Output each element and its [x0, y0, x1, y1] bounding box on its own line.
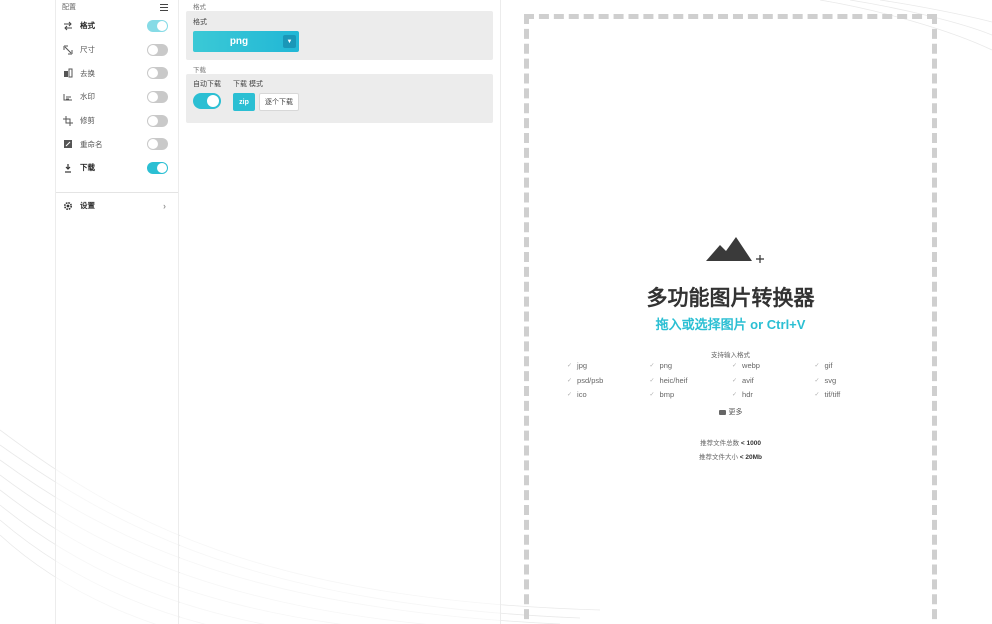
zip-option-button[interactable]: zip [233, 93, 255, 111]
download-mode-label: 下载 模式 [233, 81, 263, 88]
app-title: 多功能图片转换器 [646, 287, 815, 310]
auto-download-label: 自动下载 [193, 81, 221, 88]
download-toggle[interactable] [147, 161, 168, 174]
watermark-icon [63, 92, 73, 102]
sidebar-item-watermark[interactable]: 水印 [56, 85, 178, 109]
more-icon [718, 409, 726, 415]
auto-download-toggle[interactable] [193, 93, 221, 109]
replace-icon [63, 68, 73, 78]
check-icon: ✓ [649, 392, 655, 398]
format-section-title: 格式 [193, 3, 206, 11]
check-icon: ✓ [814, 377, 820, 384]
format-item: ✓ png [649, 361, 673, 370]
limit-count-line: 推荐文件总数 < 1000 [700, 440, 761, 447]
sidebar-title: 配置 [62, 4, 76, 11]
more-formats-button[interactable]: 更多 [529, 407, 932, 417]
replace-toggle[interactable] [147, 67, 168, 80]
sidebar-item-settings[interactable]: 设置 › [56, 194, 178, 218]
swap-icon [63, 21, 73, 31]
format-item: ✓ svg [814, 375, 837, 385]
sidebar-item-label: 修剪 [80, 116, 95, 126]
format-item: ✓ hdr [732, 390, 753, 399]
formats-list: ✓ jpg ✓ png ✓ webp ✓ gif ✓ psd/psb ✓ heic/heif… [567, 360, 897, 400]
limit-size-line: 推荐文件大小 < 20Mb [698, 454, 763, 461]
recommendations: 推荐文件总数 < 1000 推荐文件大小 < 20Mb [529, 437, 932, 465]
chevron-right-icon: › [163, 200, 166, 211]
drop-instruction: 拖入或选择图片 or Ctrl+V [655, 317, 806, 332]
drop-zone[interactable]: 多功能图片转换器 拖入或选择图片 or Ctrl+V 支持输入格式 ✓ jpg ✓… [524, 14, 937, 624]
format-toggle[interactable] [147, 19, 168, 32]
crop-toggle[interactable] [147, 114, 168, 127]
format-item: ✓ heic/heif [649, 375, 688, 385]
crop-icon [63, 115, 73, 126]
sidebar-item-label: 重命名 [80, 139, 103, 149]
sidebar-item-label: 下载 [80, 163, 95, 173]
format-item: ✓ gif [814, 361, 833, 370]
format-item: ✓ bmp [649, 390, 675, 399]
rename-icon [63, 139, 73, 149]
download-mode-selector: zip 逐个下载 [233, 93, 299, 111]
menu-icon[interactable] [160, 3, 168, 11]
format-field-label: 格式 [193, 19, 207, 26]
format-item: ✓ psd/psb [567, 375, 604, 385]
check-icon: ✓ [567, 392, 573, 398]
format-item: ✓ jpg [567, 361, 588, 370]
sidebar-item-rename[interactable]: 重命名 [56, 132, 178, 156]
sidebar: 配置 格式 尺寸 去换 水印 修剪 重命名 下载 设置 › [55, 0, 179, 624]
rename-toggle[interactable] [147, 138, 168, 151]
format-item: ✓ tif/tiff [814, 390, 841, 399]
check-icon: ✓ [732, 392, 738, 398]
check-icon: ✓ [814, 363, 820, 369]
check-icon: ✓ [814, 392, 820, 398]
watermark-toggle[interactable] [147, 90, 168, 103]
format-card: 格式 png ▼ [186, 11, 493, 60]
sidebar-item-label: 水印 [80, 92, 95, 102]
sidebar-item-label: 尺寸 [80, 45, 95, 55]
add-image-icon [706, 237, 764, 263]
more-label: 更多 [728, 409, 743, 416]
download-icon [63, 163, 73, 173]
single-download-option-button[interactable]: 逐个下载 [259, 93, 299, 111]
format-select[interactable]: png ▼ [193, 31, 299, 52]
sidebar-header: 配置 [56, 0, 178, 14]
sidebar-item-format[interactable]: 格式 [56, 14, 178, 38]
config-panel: 格式 格式 png ▼ 下载 自动下载 下载 模式 zip 逐个下载 [180, 0, 501, 624]
download-section-title: 下载 [193, 66, 206, 74]
check-icon: ✓ [567, 363, 573, 369]
format-item: ✓ webp [732, 361, 760, 370]
sidebar-item-download[interactable]: 下载 [56, 156, 178, 180]
format-item: ✓ avif [732, 375, 754, 385]
formats-title: 支持输入格式 [711, 352, 750, 359]
check-icon: ✓ [732, 363, 738, 369]
check-icon: ✓ [567, 377, 573, 384]
sidebar-item-crop[interactable]: 修剪 [56, 109, 178, 133]
check-icon: ✓ [649, 363, 655, 369]
size-toggle[interactable] [147, 43, 168, 56]
resize-icon [63, 45, 73, 55]
gear-icon [63, 201, 73, 211]
chevron-down-icon[interactable]: ▼ [283, 35, 296, 48]
download-card: 自动下载 下载 模式 zip 逐个下载 [186, 74, 493, 123]
check-icon: ✓ [649, 377, 655, 384]
check-icon: ✓ [732, 377, 738, 384]
sidebar-item-replace[interactable]: 去换 [56, 61, 178, 85]
format-item: ✓ ico [567, 390, 587, 399]
sidebar-item-label: 格式 [80, 21, 95, 31]
settings-label: 设置 [80, 201, 95, 211]
sidebar-item-size[interactable]: 尺寸 [56, 38, 178, 62]
sidebar-divider [56, 191, 178, 193]
sidebar-item-label: 去换 [80, 68, 95, 78]
